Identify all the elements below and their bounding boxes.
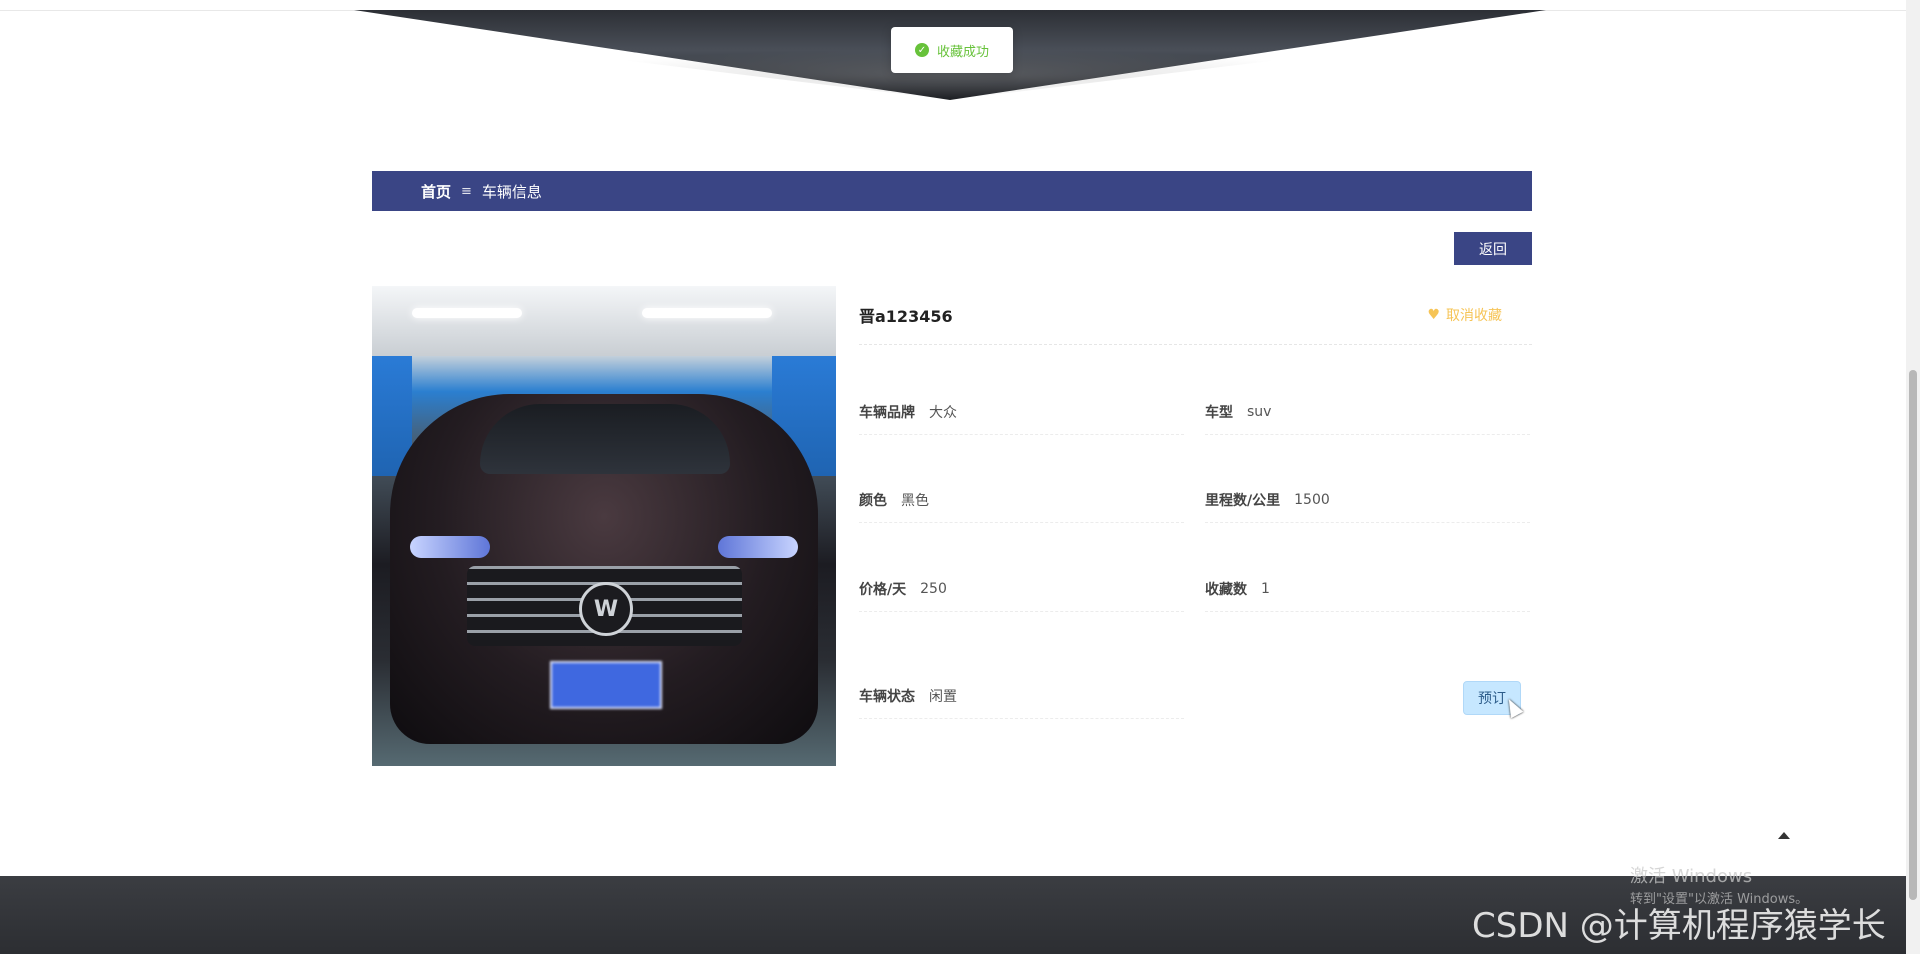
vw-logo-icon: W [579, 582, 633, 636]
field-label: 车型 [1205, 405, 1233, 421]
field-status: 车辆状态 闲置 [859, 674, 1184, 719]
breadcrumb-current: 车辆信息 [481, 182, 542, 201]
check-circle-icon: ✓ [914, 43, 929, 57]
car-windshield [480, 404, 730, 474]
ceiling-lamp [642, 308, 772, 318]
heart-icon: ♥ [1427, 307, 1440, 323]
field-label: 收藏数 [1205, 582, 1247, 598]
vehicle-image: W [372, 286, 836, 766]
field-price: 价格/天 250 [859, 567, 1184, 612]
field-value: 黑色 [901, 493, 929, 509]
field-label: 价格/天 [859, 582, 907, 598]
vehicle-plate-title: 晋a123456 [859, 307, 953, 326]
windows-activation-title: 激活 Windows [1630, 866, 1753, 887]
csdn-watermark: CSDN @计算机程序猿学长 [1472, 906, 1886, 946]
ceiling-lamp [412, 308, 522, 318]
field-mileage: 里程数/公里 1500 [1205, 478, 1530, 523]
field-brand: 车辆品牌 大众 [859, 390, 1184, 435]
field-value: 250 [920, 581, 947, 597]
toast-message: 收藏成功 [936, 44, 989, 60]
field-color: 颜色 黑色 [859, 478, 1184, 523]
field-label: 车辆状态 [859, 689, 915, 705]
license-plate-blurred [550, 661, 662, 709]
field-value: 闲置 [929, 689, 957, 705]
field-model: 车型 suv [1205, 390, 1530, 435]
car-headlight-left [410, 536, 490, 558]
field-label: 车辆品牌 [859, 405, 915, 421]
field-value: 1500 [1294, 492, 1330, 508]
field-favorites-count: 收藏数 1 [1205, 567, 1530, 612]
breadcrumb: 首页 ≡ 车辆信息 [372, 171, 1532, 211]
field-value: 1 [1261, 581, 1270, 597]
success-toast: ✓ 收藏成功 [891, 27, 1013, 73]
field-value: suv [1247, 404, 1272, 420]
field-value: 大众 [929, 405, 957, 421]
back-button[interactable]: 返回 [1454, 232, 1532, 265]
unfavorite-label: 取消收藏 [1446, 308, 1502, 324]
vehicle-title-row: 晋a123456 ♥ 取消收藏 [859, 286, 1532, 345]
back-to-top-icon[interactable] [1776, 830, 1792, 842]
breadcrumb-home-link[interactable]: 首页 [421, 181, 451, 202]
breadcrumb-separator: ≡ [461, 183, 472, 199]
field-label: 里程数/公里 [1205, 493, 1281, 509]
scrollbar-thumb[interactable] [1909, 370, 1917, 900]
unfavorite-button[interactable]: ♥ 取消收藏 [1427, 305, 1502, 325]
field-label: 颜色 [859, 493, 887, 509]
car-headlight-right [718, 536, 798, 558]
garage-ceiling [372, 286, 836, 356]
